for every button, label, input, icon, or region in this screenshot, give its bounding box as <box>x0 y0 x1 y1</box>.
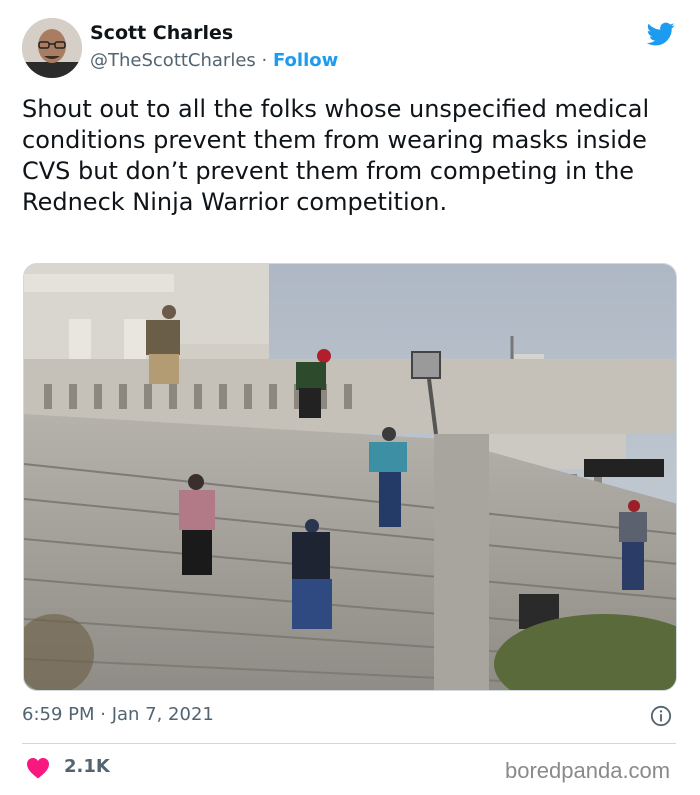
avatar[interactable] <box>22 18 82 78</box>
twitter-bird-icon[interactable] <box>645 20 677 48</box>
tweet-timestamp[interactable]: 6:59 PM · Jan 7, 2021 <box>22 704 214 725</box>
heart-icon[interactable] <box>26 757 50 779</box>
author-handle[interactable]: @TheScottCharles <box>90 50 256 71</box>
tweet-photo[interactable] <box>23 263 677 691</box>
author-name[interactable]: Scott Charles <box>90 22 233 44</box>
divider <box>22 743 676 744</box>
info-icon[interactable] <box>650 705 672 727</box>
like-count[interactable]: 2.1K <box>64 756 110 777</box>
follow-link[interactable]: Follow <box>273 50 338 71</box>
separator: · <box>255 50 273 71</box>
author-handle-row: @TheScottCharles · Follow <box>90 50 338 71</box>
avatar-photo <box>22 18 82 78</box>
tweet-text: Shout out to all the folks whose unspeci… <box>22 95 650 216</box>
photo-capitol-wall <box>24 264 676 690</box>
watermark: boredpanda.com <box>505 758 671 783</box>
